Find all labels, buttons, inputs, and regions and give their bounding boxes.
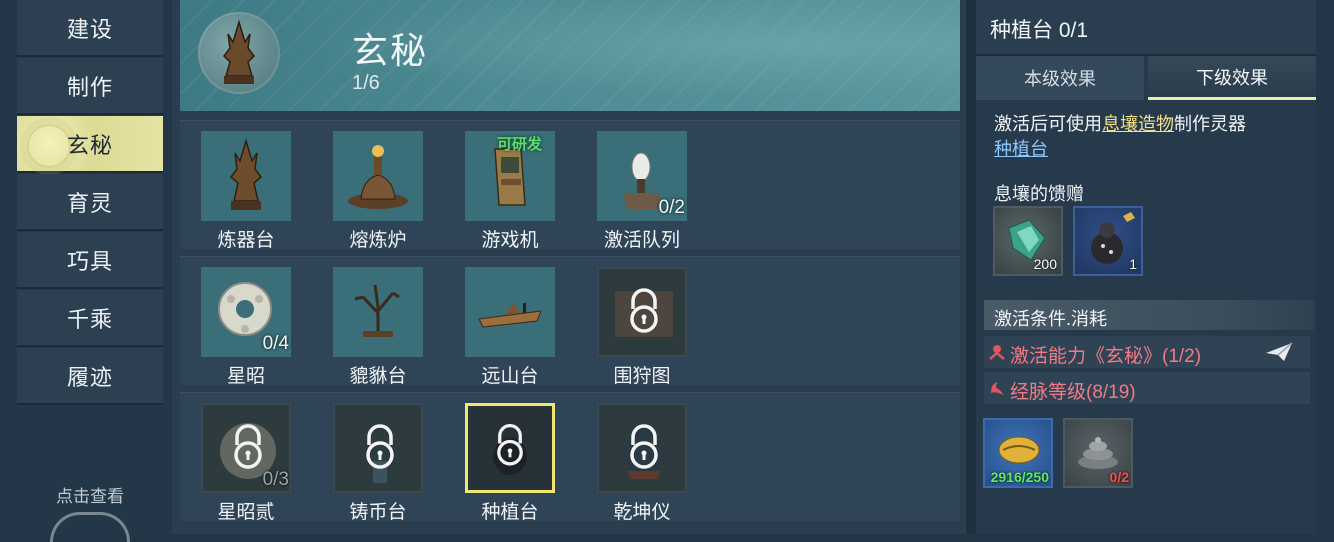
desc-middle: 制作灵器 bbox=[1174, 114, 1246, 134]
recipe-name: 星昭贰 bbox=[217, 502, 275, 523]
lock-icon bbox=[333, 403, 423, 493]
desc-link[interactable]: 息壤造物 bbox=[1102, 114, 1174, 134]
recipe-name: 乾坤仪 bbox=[613, 502, 671, 523]
desc-item-link[interactable]: 种植台 bbox=[994, 139, 1048, 159]
recipe-cell-smelter[interactable]: 熔炼炉 bbox=[331, 131, 425, 251]
recipe-cell-xingzhao-two[interactable]: 0/3 星昭贰 bbox=[199, 403, 293, 523]
recipe-name: 炼器台 bbox=[217, 230, 275, 251]
gift-count: 1 bbox=[1129, 256, 1137, 272]
cost-item[interactable]: 0/2 bbox=[1063, 418, 1133, 488]
conditions-title: 激活条件.消耗 bbox=[994, 309, 1108, 329]
menu-item-label: 玄秘 bbox=[66, 132, 113, 158]
recipe-count: 0/3 bbox=[262, 469, 289, 490]
tab-next-effect[interactable]: 下级效果 bbox=[1148, 56, 1316, 100]
menu-item-mystic[interactable]: 玄秘 bbox=[17, 116, 163, 173]
recipe-row: 炼器台 熔炼炉 可研发 游戏机 0/2 激活队列 bbox=[180, 120, 960, 251]
cost-item[interactable]: 2916/250 bbox=[983, 418, 1053, 488]
condition-text: 经脉等级(8/19) bbox=[1010, 382, 1136, 403]
recipe-cell-mint-stand[interactable]: 铸币台 bbox=[331, 403, 425, 523]
menu-item-label: 千乘 bbox=[66, 306, 113, 332]
recipe-cell-pixiu-stand[interactable]: 貔貅台 bbox=[331, 267, 425, 387]
view-hint-icon[interactable] bbox=[50, 512, 130, 542]
gift-count: 200 bbox=[1033, 256, 1057, 272]
recipe-row: 0/4 星昭 貔貅台 远山台 围狩图 bbox=[180, 256, 960, 387]
bonsai-tree-icon bbox=[333, 267, 423, 357]
recipe-name: 游戏机 bbox=[481, 230, 539, 251]
recipe-name: 远山台 bbox=[481, 366, 539, 387]
altar-statue-icon bbox=[201, 131, 291, 221]
condition-row[interactable]: 经脉等级(8/19) bbox=[984, 372, 1310, 404]
recipe-cell-arcade[interactable]: 可研发 游戏机 bbox=[463, 131, 557, 251]
menu-item-label: 制作 bbox=[66, 74, 113, 100]
menu-item-vehicle[interactable]: 千乘 bbox=[17, 290, 163, 347]
gift-label: 息壤的馈赠 bbox=[994, 184, 1084, 204]
menu-item-gadget[interactable]: 巧具 bbox=[17, 232, 163, 289]
cost-count: 0/2 bbox=[1109, 469, 1129, 485]
altar-statue-icon bbox=[198, 12, 280, 94]
lock-icon bbox=[597, 403, 687, 493]
tab-current-effect[interactable]: 本级效果 bbox=[976, 56, 1144, 100]
detail-title: 种植台 0/1 bbox=[990, 19, 1089, 42]
lock-icon bbox=[597, 267, 687, 357]
menu-item-label: 育灵 bbox=[66, 190, 113, 216]
gift-item[interactable]: 200 bbox=[993, 206, 1063, 276]
recipe-cell-activation-queue[interactable]: 0/2 激活队列 bbox=[595, 131, 689, 251]
menu-item-build[interactable]: 建设 bbox=[17, 0, 163, 57]
condition-text: 激活能力《玄秘》(1/2) bbox=[1010, 346, 1202, 367]
furnace-icon bbox=[333, 131, 423, 221]
recipe-cell-hunt-map[interactable]: 围狩图 bbox=[595, 267, 689, 387]
panel-divider bbox=[966, 0, 976, 534]
recipe-cell-planting-stand[interactable]: 种植台 bbox=[463, 403, 557, 523]
banner-title: 玄秘 bbox=[352, 30, 429, 71]
recipe-cell-xingzhao[interactable]: 0/4 星昭 bbox=[199, 267, 293, 387]
view-hint[interactable]: 点击查看 bbox=[17, 482, 163, 507]
detail-header: 种植台 0/1 bbox=[976, 0, 1316, 56]
recipe-cell-forge-altar[interactable]: 炼器台 bbox=[199, 131, 293, 251]
menu-item-label: 巧具 bbox=[66, 248, 113, 274]
banner-progress: 1/6 bbox=[352, 72, 380, 94]
recipe-name: 貔貅台 bbox=[349, 366, 407, 387]
menu-item-spirit[interactable]: 育灵 bbox=[17, 174, 163, 231]
gift-item[interactable]: 1 bbox=[1073, 206, 1143, 276]
recipe-cell-mountain-stand[interactable]: 远山台 bbox=[463, 267, 557, 387]
menu-item-trail[interactable]: 履迹 bbox=[17, 348, 163, 405]
category-menu: 建设 制作 玄秘 育灵 巧具 千乘 履迹 点击查看 bbox=[0, 0, 172, 542]
send-icon[interactable] bbox=[1264, 341, 1294, 363]
recipe-count: 0/4 bbox=[262, 333, 289, 354]
conditions-header: 激活条件.消耗 bbox=[984, 300, 1314, 330]
recipe-panel: 玄秘 1/6 炼器台 熔炼炉 可研发 游戏机 0/2 激活队列 0/4 星昭 貔… bbox=[172, 0, 970, 534]
recipe-name: 种植台 bbox=[481, 502, 539, 523]
menu-item-label: 建设 bbox=[66, 16, 113, 42]
recipe-row: 0/3 星昭贰 铸币台 种植台 乾坤仪 bbox=[180, 392, 960, 523]
recipe-name: 星昭 bbox=[226, 366, 265, 387]
category-banner: 玄秘 1/6 bbox=[180, 0, 960, 111]
recipe-name: 铸币台 bbox=[349, 502, 407, 523]
lock-icon bbox=[465, 403, 555, 493]
cost-count: 2916/250 bbox=[990, 469, 1049, 485]
recipe-count: 0/2 bbox=[658, 197, 685, 218]
mountain-tray-icon bbox=[465, 267, 555, 357]
meridian-icon bbox=[991, 382, 1003, 395]
desc-prefix: 激活后可使用 bbox=[994, 114, 1102, 134]
recipe-name: 围狩图 bbox=[613, 366, 671, 387]
condition-row[interactable]: 激活能力《玄秘》(1/2) bbox=[984, 336, 1310, 368]
recipe-cell-qiankun-instrument[interactable]: 乾坤仪 bbox=[595, 403, 689, 523]
researchable-badge: 可研发 bbox=[497, 136, 543, 153]
recipe-name: 熔炼炉 bbox=[349, 230, 407, 251]
recipe-name: 激活队列 bbox=[603, 230, 680, 251]
effect-description: 激活后可使用息壤造物制作灵器种植台 bbox=[994, 112, 1304, 162]
menu-item-craft[interactable]: 制作 bbox=[17, 58, 163, 115]
skill-icon bbox=[989, 345, 1005, 360]
menu-item-label: 履迹 bbox=[66, 364, 113, 390]
detail-panel: 种植台 0/1 本级效果 下级效果 激活后可使用息壤造物制作灵器种植台 息壤的馈… bbox=[976, 0, 1316, 534]
